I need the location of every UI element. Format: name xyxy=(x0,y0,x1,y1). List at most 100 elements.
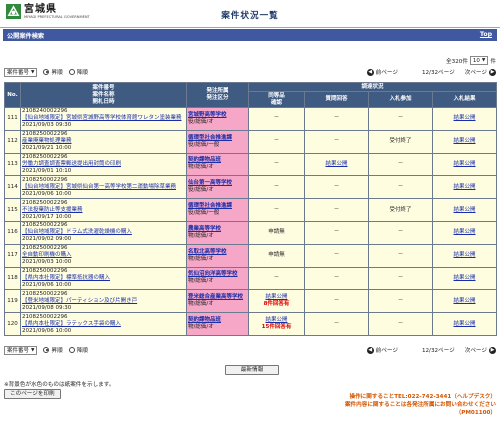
order-category: 役/総価/オ xyxy=(188,118,214,125)
bid-result-link[interactable]: 結果公開 xyxy=(454,298,476,304)
table-row: 119 2108250002296 【登米地域限定】パーティション及び片開き戸 202… xyxy=(4,289,498,314)
opening-date: 2021/09/01 10:10 xyxy=(22,167,72,174)
bid-result-link[interactable]: 結果公開 xyxy=(454,115,476,121)
opening-date: 2021/09/08 09:30 xyxy=(22,304,72,311)
bid-result-link[interactable]: 結果公開 xyxy=(454,138,476,144)
item-name-link[interactable]: 【県内本社限定】ラテックス手袋の購入 xyxy=(22,321,185,328)
same-item-value: － xyxy=(273,160,280,167)
row-number: 118 xyxy=(4,266,21,291)
table-row: 111 2108240002296 【仙台地域限定】宮城県宮城野高等学校体育館ワレタ… xyxy=(4,107,498,131)
print-page-button[interactable]: このページを印刷 xyxy=(4,389,61,399)
result-cell: 結果公開 xyxy=(431,107,498,131)
item-name-link[interactable]: 労働力調査調査票郵送提出用封筒の印刷 xyxy=(22,161,185,168)
next-page-button[interactable]: 次ページ ▶ xyxy=(465,68,496,76)
question-value: － xyxy=(333,274,340,281)
page-indicator: 12/32ページ xyxy=(421,70,455,76)
item-name-link[interactable]: 【登米地域限定】パーティション及び片開き戸 xyxy=(22,298,185,305)
item-name-link[interactable]: 【仙台地域限定】宮城県仙台第一高等学校第二運動場除草業務 xyxy=(22,184,185,191)
sort-field-select[interactable]: 案件番号 ▼ xyxy=(4,345,38,355)
entry-cell: － xyxy=(368,266,433,291)
result-cell: 結果公開 xyxy=(431,289,498,314)
next-page-button[interactable]: 次ページ ▶ xyxy=(465,346,496,354)
same-item-cell: 結果公開 15件回答有 xyxy=(248,312,305,336)
question-result-link[interactable]: 結果公開 xyxy=(325,161,347,167)
row-number: 113 xyxy=(4,152,21,177)
item-number: 2108250002296 xyxy=(22,267,68,274)
office-cell: 農業高等学校 物/総価/オ xyxy=(186,220,249,245)
per-page-select[interactable]: 10 ▼ xyxy=(469,56,489,65)
bid-result-link[interactable]: 結果公開 xyxy=(454,229,476,235)
office-link[interactable]: 契約課物品班 xyxy=(188,317,247,324)
row-number: 120 xyxy=(4,312,21,336)
question-cell: － xyxy=(304,243,369,268)
order-category: 役/総価/オ xyxy=(188,187,214,194)
top-link[interactable]: Top xyxy=(480,31,492,38)
col-header-status-group: 調達状況 xyxy=(247,82,498,92)
question-value: － xyxy=(333,229,340,236)
order-category: 役/総価/一般 xyxy=(188,141,220,148)
sort-field-select[interactable]: 案件番号 ▼ xyxy=(4,67,38,77)
question-value: － xyxy=(333,183,340,190)
item-name-link[interactable]: 全自動印刷機の購入 xyxy=(22,252,185,259)
office-link[interactable]: 循環型社会推進課 xyxy=(188,135,247,142)
prev-page-button[interactable]: ◀ 前ページ xyxy=(366,68,398,76)
office-link[interactable]: 農業高等学校 xyxy=(188,226,247,233)
chevron-down-icon: ▼ xyxy=(481,58,486,63)
order-category: 物/総価/オ xyxy=(188,278,214,285)
prev-page-button[interactable]: ◀ 前ページ xyxy=(366,346,398,354)
item-cell: 2108250002296 【県内本社限定】ラテックス手袋の購入 2021/09/0… xyxy=(20,312,187,336)
page-title: 案件状況一覧 xyxy=(221,11,279,21)
question-cell: － xyxy=(304,107,369,131)
opening-date: 2021/09/06 10:00 xyxy=(22,327,72,334)
same-item-value: － xyxy=(273,115,280,122)
same-item-result-link[interactable]: 結果公開 xyxy=(265,317,287,323)
order-category: 物/総価/オ xyxy=(188,232,214,239)
order-category: 役/総価/一般 xyxy=(188,210,220,217)
item-cell: 2108250002296 【仙台地域限定】宮城県仙台第一高等学校第二運動場除草業… xyxy=(20,175,187,200)
entry-cell: － xyxy=(368,152,433,177)
opening-date: 2021/09/21 10:00 xyxy=(22,145,72,152)
bid-result-link[interactable]: 結果公開 xyxy=(454,161,476,167)
office-link[interactable]: 名取北高等学校 xyxy=(188,249,247,256)
item-name-link[interactable]: 【仙台地域限定】ドラム式洗濯乾燥機の購入 xyxy=(22,229,185,236)
sort-desc-radio[interactable]: 降順 xyxy=(68,346,88,354)
result-cell: 結果公開 xyxy=(431,175,498,200)
same-item-result-link[interactable]: 結果公開 xyxy=(265,294,287,300)
question-value: － xyxy=(333,297,340,304)
same-item-note: 8件回答有 xyxy=(263,301,290,308)
same-item-value: 申請無 xyxy=(268,229,285,236)
item-cell: 2108250002296 全自動印刷機の購入 2021/09/03 10:00 xyxy=(20,243,187,268)
screen-code: （PM01100） xyxy=(455,410,496,416)
bid-result-link[interactable]: 結果公開 xyxy=(454,275,476,281)
question-cell: － xyxy=(304,289,369,314)
item-name-link[interactable]: 不法投棄防止等支援業務 xyxy=(22,207,185,214)
same-item-cell: － xyxy=(248,152,305,177)
table-row: 113 2108250002296 労働力調査調査票郵送提出用封筒の印刷 2021/0… xyxy=(4,152,498,177)
sort-desc-radio[interactable]: 降順 xyxy=(68,68,88,76)
bid-result-link[interactable]: 結果公開 xyxy=(454,252,476,258)
office-cell: 契約課物品班 物/総価/オ xyxy=(186,312,249,336)
item-name-link[interactable]: 産業廃棄物処理業務 xyxy=(22,138,185,145)
bid-result-link[interactable]: 結果公開 xyxy=(454,321,476,327)
entry-cell: － xyxy=(368,289,433,314)
item-name-link[interactable]: 【仙台地域限定】宮城県宮城野高等学校体育館ワレタン塗装業務 xyxy=(22,115,185,122)
col-header-question: 質問回答 xyxy=(304,91,369,108)
section-bar-label: 公開案件検索 xyxy=(7,33,45,40)
bid-result-link[interactable]: 結果公開 xyxy=(454,207,476,213)
bid-result-link[interactable]: 結果公開 xyxy=(454,184,476,190)
item-number: 2108250002296 xyxy=(22,199,68,206)
item-number: 2108250002296 xyxy=(22,313,68,320)
radio-icon xyxy=(68,69,75,75)
item-name-link[interactable]: 【県内本社限定】標準抵抗器の購入 xyxy=(22,275,185,282)
same-item-value: － xyxy=(273,206,280,213)
sort-asc-radio[interactable]: 昇順 xyxy=(43,346,63,354)
row-number: 119 xyxy=(4,289,21,314)
sort-asc-radio[interactable]: 昇順 xyxy=(43,68,63,76)
chevron-down-icon: ▼ xyxy=(31,69,35,75)
latest-info-button[interactable]: 最新情報 xyxy=(225,365,279,375)
row-number: 116 xyxy=(4,220,21,245)
page-indicator: 12/32ページ xyxy=(421,348,455,354)
question-value: － xyxy=(333,138,340,145)
table-row: 112 2108250002296 産業廃棄物処理業務 2021/09/21 10:0… xyxy=(4,129,498,154)
office-link[interactable]: 宮城野高等学校 xyxy=(188,112,247,119)
